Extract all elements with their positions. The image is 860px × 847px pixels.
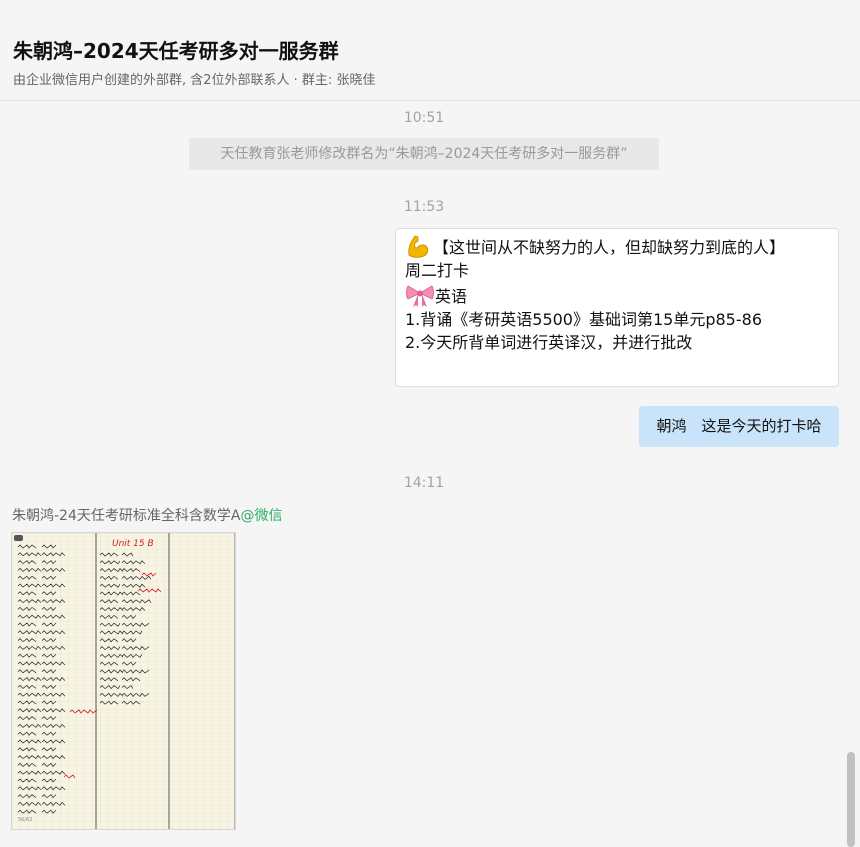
- chat-header: 朱朝鸿–2024天任考研多对一服务群 由企业微信用户创建的外部群, 含2位外部联…: [0, 0, 860, 101]
- ribbon-icon: [406, 285, 434, 307]
- vocabulary-notebook-photo: Unit 15 B 56/62: [12, 533, 235, 829]
- task-line-3: 英语: [435, 287, 468, 306]
- sender-display-name: 朱朝鸿-24天任考研标准全科含数学A: [12, 508, 241, 524]
- svg-text:56/62: 56/62: [18, 817, 32, 823]
- task-message-bubble[interactable]: 【这世间从不缺努力的人，但却缺努力到底的人】 周二打卡 英语 1.背诵《考研英语…: [395, 228, 839, 387]
- chat-subtitle: 由企业微信用户创建的外部群, 含2位外部联系人 · 群主: 张晓佳: [13, 73, 376, 88]
- timestamp: 14:11: [403, 475, 445, 491]
- sender-source-tag: @微信: [240, 508, 283, 524]
- timestamp: 11:53: [403, 199, 445, 215]
- sender-name[interactable]: 朱朝鸿-24天任考研标准全科含数学A@微信: [12, 505, 282, 525]
- image-header-text: Unit 15 B: [112, 539, 154, 549]
- task-line-5: 2.今天所背单词进行英译汉，并进行批改: [405, 333, 693, 352]
- system-notice: 天任教育张老师修改群名为“朱朝鸿–2024天任考研多对一服务群”: [189, 138, 659, 170]
- scrollbar-thumb[interactable]: [847, 752, 855, 847]
- task-line-4: 1.背诵《考研英语5500》基础词第15单元p85-86: [405, 310, 762, 329]
- chat-title[interactable]: 朱朝鸿–2024天任考研多对一服务群: [13, 35, 339, 64]
- reply-message-bubble[interactable]: 朝鸿 这是今天的打卡哈: [639, 406, 839, 447]
- task-line-1: 【这世间从不缺努力的人，但却缺努力到底的人】: [433, 238, 786, 257]
- image-message[interactable]: Unit 15 B 56/62: [11, 532, 236, 830]
- task-line-2: 周二打卡: [405, 261, 470, 280]
- timestamp: 10:51: [403, 110, 445, 126]
- flexed-biceps-icon: [408, 235, 429, 258]
